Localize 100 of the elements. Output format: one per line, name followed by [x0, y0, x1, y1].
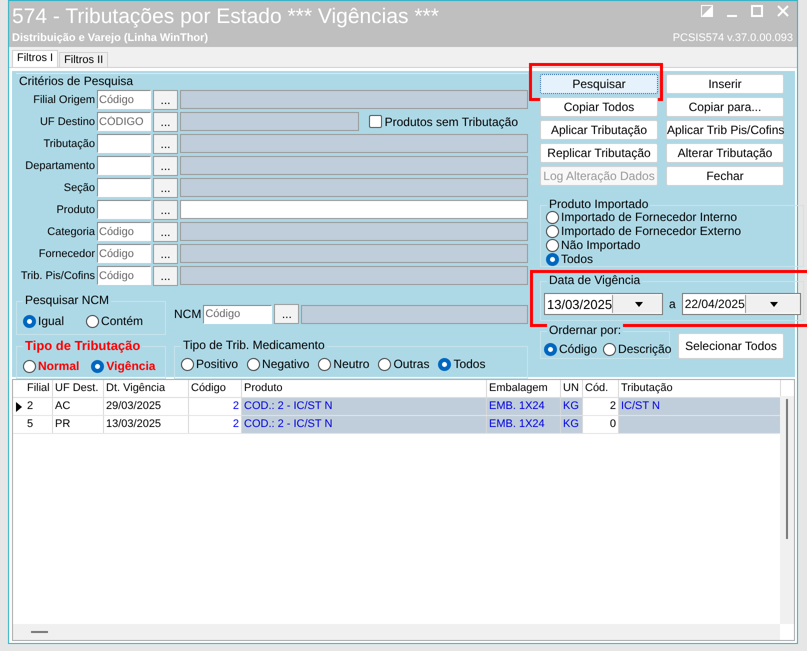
table-cell: IC/ST N [619, 398, 781, 415]
action-button[interactable]: Aplicar Trib Pis/Cofins [666, 120, 784, 140]
lookup-button[interactable]: ... [153, 134, 178, 154]
tab[interactable]: Filtros I [12, 50, 58, 67]
code-field[interactable]: Código [97, 244, 151, 263]
column-header[interactable]: Produto [242, 380, 487, 397]
code-field[interactable]: Código [97, 90, 151, 109]
table-cell: 2 [25, 398, 53, 415]
radio-circle-icon[interactable] [546, 224, 559, 238]
radio-circle-icon[interactable] [544, 342, 557, 356]
radio-button[interactable]: Outras [378, 357, 430, 371]
lookup-button[interactable]: ... [153, 90, 178, 110]
table-cell: EMB. 1X24 [487, 398, 561, 415]
radio-circle-icon[interactable] [603, 342, 616, 356]
radio-button[interactable]: Descrição [603, 342, 672, 356]
lookup-button[interactable]: ... [153, 200, 178, 220]
description-field[interactable] [180, 200, 528, 219]
code-field[interactable] [97, 178, 151, 197]
action-button[interactable]: Copiar Todos [540, 97, 658, 117]
column-header[interactable]: UN [561, 380, 583, 397]
column-header[interactable]: Embalagem [487, 380, 561, 397]
table-cell: KG [561, 416, 583, 433]
dropdown-arrow-icon[interactable] [634, 302, 643, 306]
table-cell: KG [561, 398, 583, 415]
radio-button[interactable]: Todos [438, 357, 486, 371]
field-label: Categoria [46, 226, 95, 238]
radio-circle-icon[interactable] [247, 358, 260, 370]
radio-circle-icon[interactable] [318, 358, 332, 370]
window-subtitle: Distribuição e Varejo (Linha WinThor) [12, 32, 210, 44]
radio-button[interactable]: Importado de Fornecedor Interno [546, 210, 799, 224]
code-field[interactable] [97, 134, 151, 153]
table-cell: EMB. 1X24 [487, 416, 561, 433]
vertical-scrollbar[interactable] [780, 396, 794, 624]
window-title: 574 - Tributações por Estado *** Vigências *** [12, 5, 439, 29]
horizontal-scrollbar[interactable] [13, 624, 780, 640]
table-cell: 13/03/2025 [104, 416, 189, 433]
radio-circle-icon[interactable] [23, 314, 36, 328]
lookup-button[interactable]: ... [153, 266, 178, 286]
action-button[interactable]: Inserir [666, 74, 784, 94]
lookup-button[interactable]: ... [274, 304, 300, 324]
column-header[interactable]: Cód. [583, 380, 619, 397]
checkbox[interactable]: Produtos sem Tributação [360, 114, 528, 128]
field-label: Produto [55, 204, 95, 216]
action-button[interactable]: Pesquisar [540, 74, 658, 94]
radio-circle-icon[interactable] [546, 252, 559, 266]
radio-circle-icon[interactable] [86, 314, 100, 328]
column-header[interactable]: UF Dest. [53, 380, 104, 397]
lookup-button[interactable]: ... [153, 222, 178, 242]
table-cell: PR [53, 416, 104, 433]
date-field[interactable]: 22/04/2025 [682, 293, 801, 315]
table-cell: AC [53, 398, 104, 415]
column-header[interactable]: Dt. Vigência [104, 380, 189, 397]
radio-button[interactable]: Igual [23, 314, 64, 328]
table-cell: 29/03/2025 [104, 398, 189, 415]
group-title: Data de Vigência [547, 273, 642, 287]
radio-button[interactable]: Contém [86, 314, 144, 328]
version-label: PCSIS574 v.37.0.00.093 [672, 32, 793, 44]
radio-button[interactable]: Importado de Fornecedor Externo [546, 224, 799, 238]
field-label: Trib. Pis/Cofins [20, 270, 95, 282]
date-field[interactable]: 13/03/2025 [544, 293, 663, 315]
radio-button[interactable]: Negativo [247, 357, 310, 371]
action-button[interactable]: Copiar para... [666, 97, 784, 117]
field-label: Fornecedor [38, 248, 95, 260]
radio-circle-icon[interactable] [23, 360, 36, 372]
field-label: NCM [174, 307, 202, 321]
radio-circle-icon[interactable] [546, 210, 559, 224]
radio-circle-icon[interactable] [378, 358, 392, 370]
lookup-button[interactable]: ... [153, 112, 178, 132]
code-field[interactable]: Código [97, 222, 151, 241]
lookup-button[interactable]: ... [153, 244, 178, 264]
radio-circle-icon[interactable] [546, 238, 559, 252]
action-button[interactable]: Aplicar Tributação [540, 120, 658, 140]
code-field[interactable]: Código [203, 304, 272, 324]
range-separator: a [669, 297, 676, 311]
action-button[interactable]: Replicar Tributação [540, 143, 658, 163]
tab[interactable]: Filtros II [59, 52, 108, 67]
radio-button[interactable]: Neutro [318, 357, 370, 371]
table-cell: 5 [25, 416, 53, 433]
radio-circle-icon[interactable] [91, 360, 104, 372]
action-button[interactable]: Alterar Tributação [666, 143, 784, 163]
radio-circle-icon[interactable] [181, 358, 194, 370]
column-header[interactable]: Código [189, 380, 242, 397]
lookup-button[interactable]: ... [153, 156, 178, 176]
radio-button[interactable]: Não Importado [546, 238, 799, 252]
radio-circle-icon[interactable] [438, 358, 452, 370]
action-button[interactable]: Fechar [666, 166, 784, 186]
code-field[interactable] [97, 200, 151, 219]
code-field[interactable] [97, 156, 151, 175]
field-label: Tributação [42, 138, 95, 150]
table-cell: COD.: 2 - IC/ST N [242, 416, 487, 433]
lookup-button[interactable]: ... [153, 178, 178, 198]
select-all-button[interactable]: Selecionar Todos [678, 333, 784, 359]
radio-button[interactable]: Código [544, 342, 598, 356]
dropdown-arrow-icon[interactable] [770, 302, 778, 306]
radio-button[interactable]: Positivo [181, 357, 238, 371]
radio-button[interactable]: Todos [546, 252, 799, 266]
column-header[interactable]: Filial [25, 380, 53, 397]
code-field[interactable]: Código [97, 266, 151, 285]
checkbox-icon[interactable] [368, 115, 382, 128]
group-title: Produto Importado [547, 197, 650, 211]
